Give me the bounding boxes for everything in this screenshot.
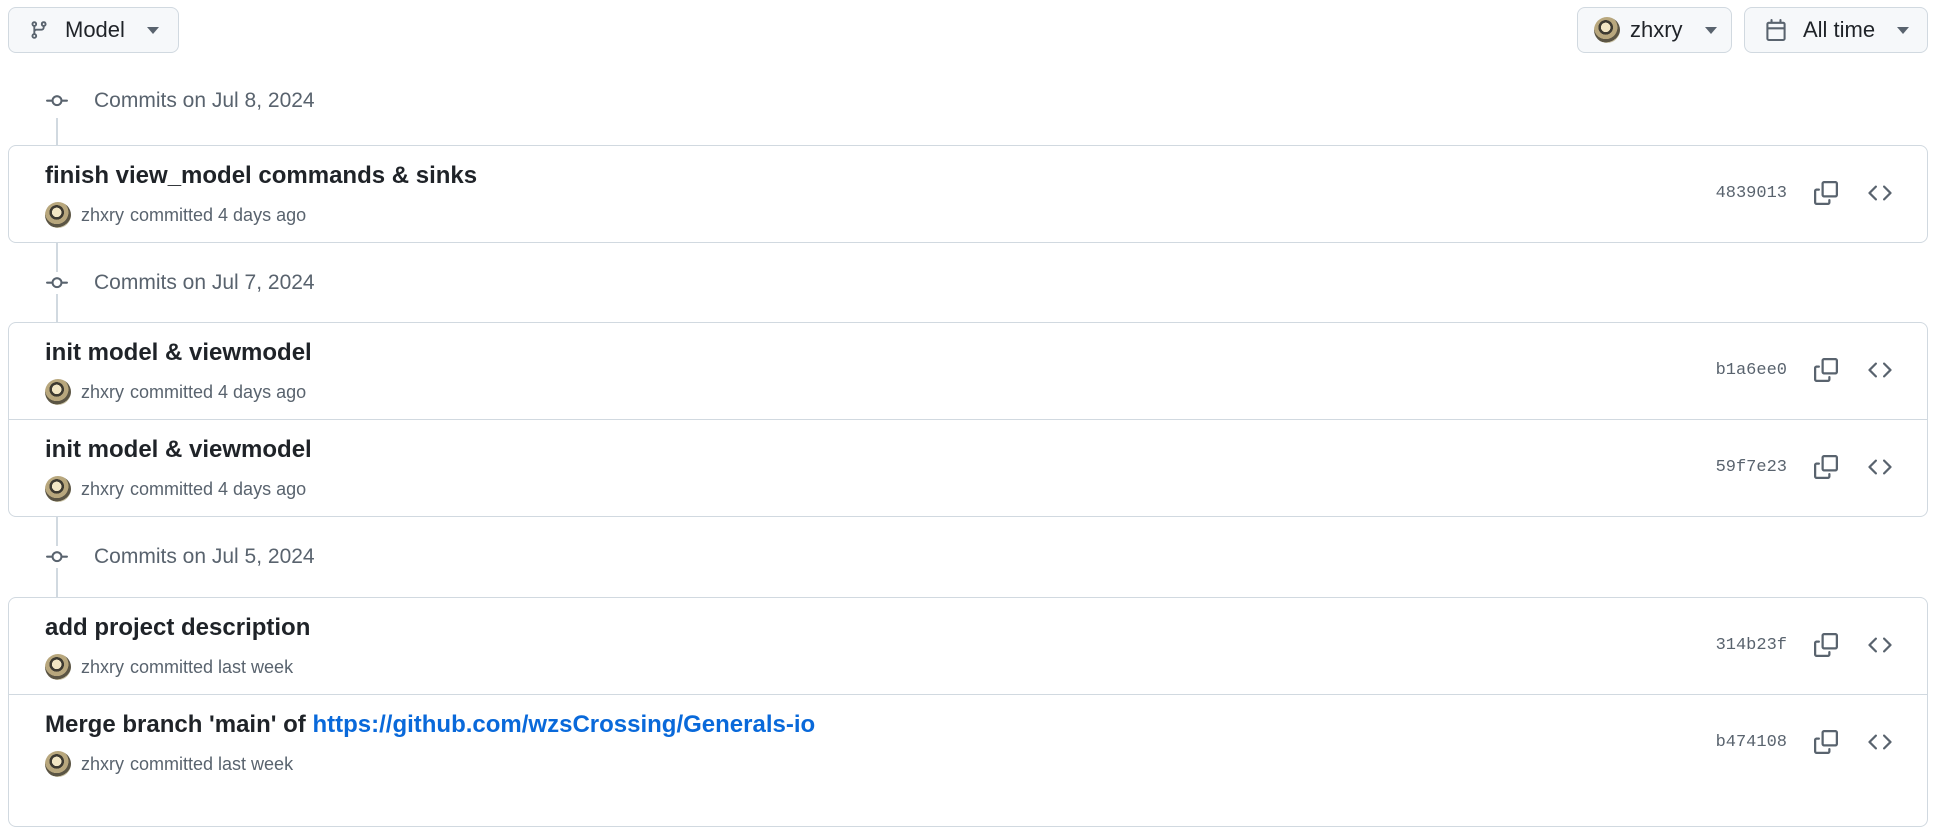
commit-row: add project description zhxry committed … (9, 598, 1927, 694)
chevron-down-icon (1704, 26, 1717, 34)
commit-title[interactable]: add project description (45, 614, 310, 642)
commit-sha[interactable]: b1a6ee0 (1716, 361, 1787, 380)
commit-group-date: Commits on Jul 5, 2024 (94, 545, 315, 568)
git-commit-icon (46, 546, 68, 568)
branch-selector-label: Model (65, 17, 125, 42)
commit-group-date: Commits on Jul 7, 2024 (94, 271, 315, 294)
avatar[interactable] (45, 379, 71, 405)
commit-sha[interactable]: 59f7e23 (1716, 458, 1787, 477)
commit-title[interactable]: init model & viewmodel (45, 339, 312, 367)
commit-author[interactable]: zhxry (81, 754, 124, 775)
commit-title[interactable]: finish view_model commands & sinks (45, 162, 477, 190)
commit-meta: zhxry committed 4 days ago (45, 202, 306, 228)
commit-time: committed 4 days ago (130, 381, 307, 402)
commit-time: committed 4 days ago (130, 204, 307, 225)
calendar-icon (1765, 19, 1787, 41)
commit-group-date: Commits on Jul 8, 2024 (94, 89, 315, 112)
git-commit-icon (46, 90, 68, 112)
commit-author[interactable]: zhxry (81, 205, 124, 226)
commit-sha[interactable]: 4839013 (1716, 184, 1787, 203)
commit-list: finish view_model commands & sinks zhxry… (8, 145, 1928, 243)
commit-title: Merge branch 'main' of https://github.co… (45, 711, 815, 739)
code-icon[interactable] (1863, 176, 1897, 210)
commit-time: committed last week (130, 656, 294, 677)
copy-icon[interactable] (1809, 176, 1843, 210)
copy-icon[interactable] (1809, 353, 1843, 387)
avatar[interactable] (45, 654, 71, 680)
copy-icon[interactable] (1809, 628, 1843, 662)
commit-title-link[interactable]: https://github.com/wzsCrossing/Generals-… (312, 711, 815, 738)
commit-author[interactable]: zhxry (81, 657, 124, 678)
commit-time: committed 4 days ago (130, 478, 307, 499)
commit-time: committed last week (130, 753, 294, 774)
avatar (1594, 17, 1620, 43)
chevron-down-icon (146, 26, 159, 34)
avatar[interactable] (45, 476, 71, 502)
commit-group-heading: Commits on Jul 5, 2024 (46, 537, 315, 577)
commit-author[interactable]: zhxry (81, 382, 124, 403)
time-filter-button[interactable]: All time (1744, 7, 1928, 53)
author-filter-label: zhxry (1630, 17, 1683, 42)
code-icon[interactable] (1863, 628, 1897, 662)
commit-row: init model & viewmodel zhxry committed 4… (9, 323, 1927, 419)
avatar[interactable] (45, 202, 71, 228)
commit-title[interactable]: init model & viewmodel (45, 436, 312, 464)
branch-selector-button[interactable]: Model (8, 7, 179, 53)
commit-meta: zhxry committed 4 days ago (45, 379, 306, 405)
git-commit-icon (46, 272, 68, 294)
time-filter-label: All time (1803, 17, 1876, 42)
copy-icon[interactable] (1809, 450, 1843, 484)
commit-list: init model & viewmodel zhxry committed 4… (8, 322, 1928, 517)
code-icon[interactable] (1863, 353, 1897, 387)
commit-group-heading: Commits on Jul 7, 2024 (46, 263, 315, 303)
commit-sha[interactable]: b474108 (1716, 733, 1787, 752)
code-icon[interactable] (1863, 725, 1897, 759)
author-filter-button[interactable]: zhxry (1577, 7, 1732, 53)
chevron-down-icon (1897, 26, 1910, 34)
commit-row: init model & viewmodel zhxry committed 4… (9, 419, 1927, 515)
commit-meta: zhxry committed 4 days ago (45, 476, 306, 502)
avatar[interactable] (45, 751, 71, 777)
timeline-line (56, 118, 58, 146)
commit-list: add project description zhxry committed … (8, 597, 1928, 827)
commit-row: finish view_model commands & sinks zhxry… (9, 146, 1927, 242)
commit-sha[interactable]: 314b23f (1716, 636, 1787, 655)
commit-meta: zhxry committed last week (45, 654, 293, 680)
commit-group-heading: Commits on Jul 8, 2024 (46, 81, 315, 121)
commit-author[interactable]: zhxry (81, 479, 124, 500)
commit-meta: zhxry committed last week (45, 751, 293, 777)
git-branch-icon (29, 19, 49, 41)
commit-title-text[interactable]: Merge branch 'main' of (45, 711, 312, 738)
commit-row: Merge branch 'main' of https://github.co… (9, 694, 1927, 790)
copy-icon[interactable] (1809, 725, 1843, 759)
code-icon[interactable] (1863, 450, 1897, 484)
